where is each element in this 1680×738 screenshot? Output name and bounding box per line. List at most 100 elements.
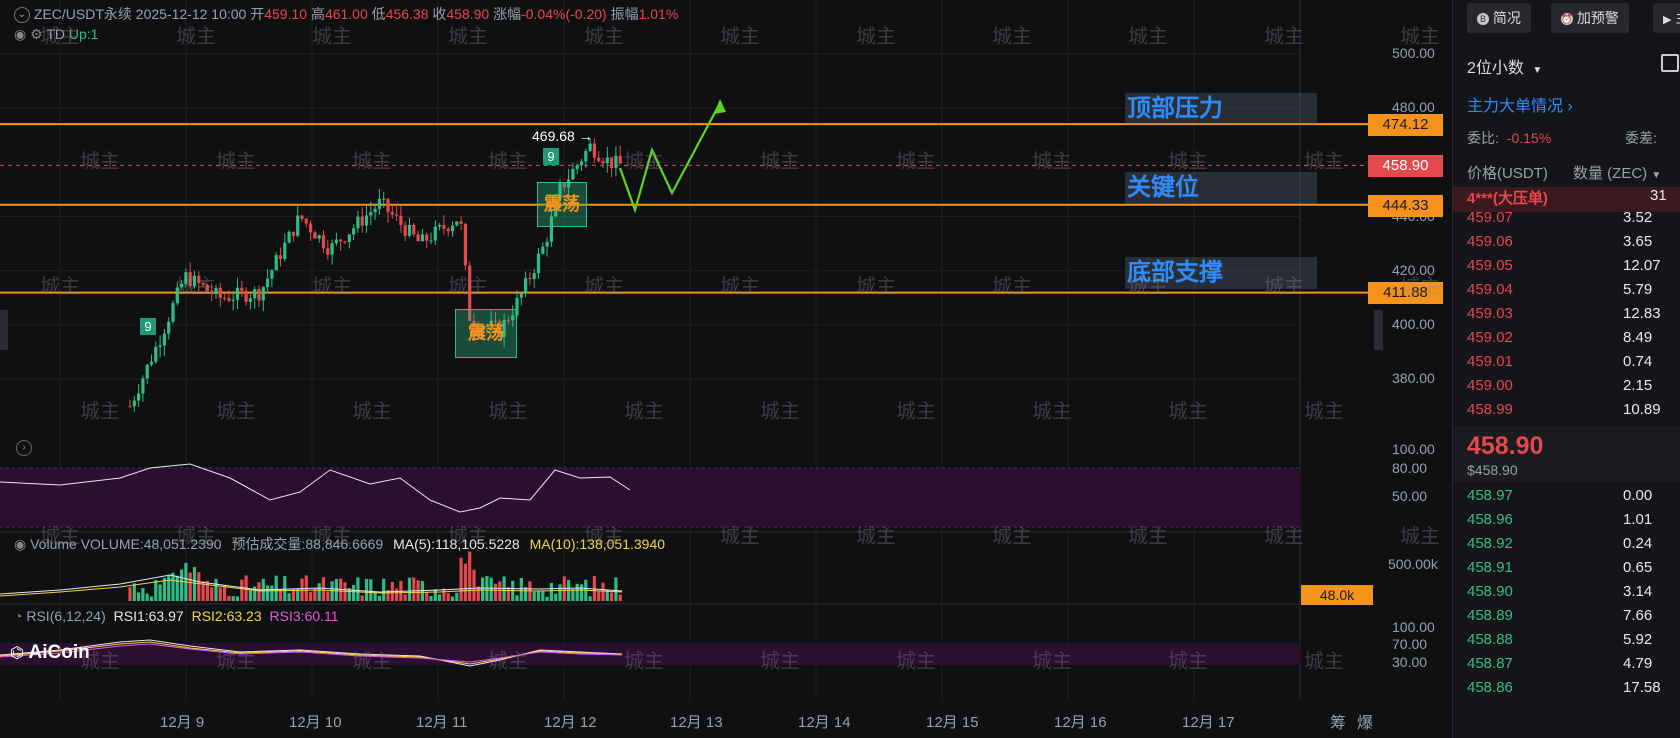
ask-row[interactable]: 459.02 8.49	[1453, 329, 1680, 354]
candle-body	[519, 293, 523, 298]
volume-bar	[618, 594, 622, 601]
ask-row[interactable]: 459.05 12.07	[1453, 257, 1680, 282]
bid-row[interactable]: 458.88 5.92	[1453, 631, 1680, 656]
ask-row[interactable]: 459.00 2.15	[1453, 377, 1680, 402]
candle-body	[373, 208, 377, 213]
candle-body	[403, 225, 407, 236]
candle-body	[528, 278, 532, 280]
candle-body	[300, 215, 304, 219]
order-qty: 2.15	[1623, 377, 1653, 394]
price-tag-top: 474.12	[1368, 114, 1443, 136]
volume-bar	[287, 593, 291, 601]
candle-body	[313, 232, 317, 239]
liquidation-button[interactable]: 爆	[1357, 709, 1373, 733]
order-qty: 12.07	[1623, 257, 1661, 274]
candle-body	[171, 303, 175, 322]
left-panel-handle[interactable]	[0, 310, 8, 350]
date-axis-label: 12月 14	[798, 714, 851, 731]
bid-row[interactable]: 458.92 0.24	[1453, 535, 1680, 560]
candle-body	[274, 255, 278, 271]
range-box-b: 震荡	[537, 182, 587, 227]
candle-body	[283, 242, 287, 260]
volume-bar	[317, 583, 321, 601]
main-button[interactable]: ▶ 主	[1653, 3, 1680, 33]
ask-row[interactable]: 459.07 3.52	[1453, 209, 1680, 234]
candle-body	[425, 234, 429, 241]
oscillator-axis-label: 100.00	[1392, 441, 1435, 457]
bid-row[interactable]: 458.97 0.00	[1453, 487, 1680, 512]
order-qty: 0.24	[1623, 535, 1653, 552]
play-icon: ▶	[1663, 14, 1672, 26]
projection-arrowhead	[714, 99, 726, 114]
volume-bar	[274, 575, 278, 601]
bid-row[interactable]: 458.90 3.14	[1453, 583, 1680, 608]
bid-row[interactable]: 458.91 0.65	[1453, 559, 1680, 584]
volume-bar	[171, 572, 175, 601]
volume-bar	[141, 588, 145, 601]
expand-icon[interactable]: ›	[16, 440, 32, 456]
oscillator-axis-label: 80.00	[1392, 460, 1428, 476]
brief-button[interactable]: B 简况	[1467, 3, 1531, 33]
volume-header: ◉ Volume VOLUME:48,051.2390 预估成交量:88,846…	[14, 534, 665, 554]
volume-bar	[412, 577, 416, 601]
eye-icon[interactable]: ◉	[14, 26, 26, 42]
candle-body	[429, 240, 433, 242]
ratio-label: 委比:	[1467, 130, 1499, 146]
open-value: 459.10	[264, 6, 308, 22]
candle-body	[360, 216, 364, 226]
alarm-icon[interactable]: ◔	[14, 608, 22, 624]
ask-row[interactable]: 459.06 3.65	[1453, 233, 1680, 258]
candle-body	[218, 287, 222, 298]
candle-body	[541, 246, 545, 254]
level-label-bottom: 底部支撑	[1125, 257, 1317, 289]
volume-bar	[154, 579, 158, 601]
right-panel-handle[interactable]	[1374, 310, 1383, 350]
ask-row[interactable]: 459.03 12.83	[1453, 305, 1680, 330]
candle-body	[339, 239, 343, 242]
price-axis-label: 400.00	[1392, 315, 1435, 332]
candle-body	[575, 165, 579, 169]
rsi-axis-label: 30.00	[1392, 654, 1428, 670]
ask-row[interactable]: 458.99 10.89	[1453, 401, 1680, 426]
collapse-icon[interactable]: ⌄	[14, 7, 30, 24]
decimals-select[interactable]: 2位小数 ▼	[1467, 54, 1542, 78]
layout-toggle-icon[interactable]	[1661, 54, 1679, 72]
chip-distribution-button[interactable]: 筹	[1330, 709, 1346, 733]
volume-bar	[334, 578, 338, 601]
volume-bar	[519, 577, 523, 601]
volume-bar	[433, 589, 437, 601]
candle-body	[309, 223, 313, 233]
bid-row[interactable]: 458.96 1.01	[1453, 511, 1680, 536]
bid-row[interactable]: 458.86 17.58	[1453, 679, 1680, 704]
bid-row[interactable]: 458.87 4.79	[1453, 655, 1680, 680]
order-price: 459.01	[1467, 353, 1513, 370]
candle-body	[450, 225, 455, 232]
volume-bar	[360, 595, 364, 601]
brief-icon: B	[1477, 13, 1489, 26]
settings-icon[interactable]: ⚙	[30, 26, 43, 42]
candle-body	[158, 345, 162, 347]
candle-body	[399, 215, 403, 226]
decimals-value: 2位小数	[1467, 60, 1524, 77]
candle-body	[588, 143, 592, 152]
volume-bar	[481, 577, 485, 601]
candle-body	[235, 287, 240, 300]
candle-body	[278, 255, 283, 260]
range-box-a: 震荡	[455, 309, 517, 358]
ask-row[interactable]: 459.01 0.74	[1453, 353, 1680, 378]
big-orders-link[interactable]: 主力大单情况 ›	[1467, 92, 1573, 116]
bid-row[interactable]: 458.89 7.66	[1453, 607, 1680, 632]
volume-bar	[214, 578, 218, 601]
candle-body	[248, 298, 252, 302]
candle-body	[227, 297, 231, 301]
eye-icon[interactable]: ◉	[14, 536, 26, 552]
high-marker: 469.68 →	[532, 128, 593, 144]
ask-row[interactable]: 459.04 5.79	[1453, 281, 1680, 306]
col-price-label: 价格(USDT)	[1467, 165, 1548, 182]
candle-body	[304, 218, 308, 224]
col-qty-header[interactable]: 数量 (ZEC) ▼	[1573, 162, 1661, 183]
order-price: 459.06	[1467, 233, 1513, 250]
add-alert-button[interactable]: ⏰ 加预警	[1551, 3, 1629, 33]
candle-body	[231, 299, 235, 301]
chart-area[interactable]: ⌄ ZEC/USDT永续 2025-12-12 10:00 开459.10 高4…	[0, 0, 1450, 738]
